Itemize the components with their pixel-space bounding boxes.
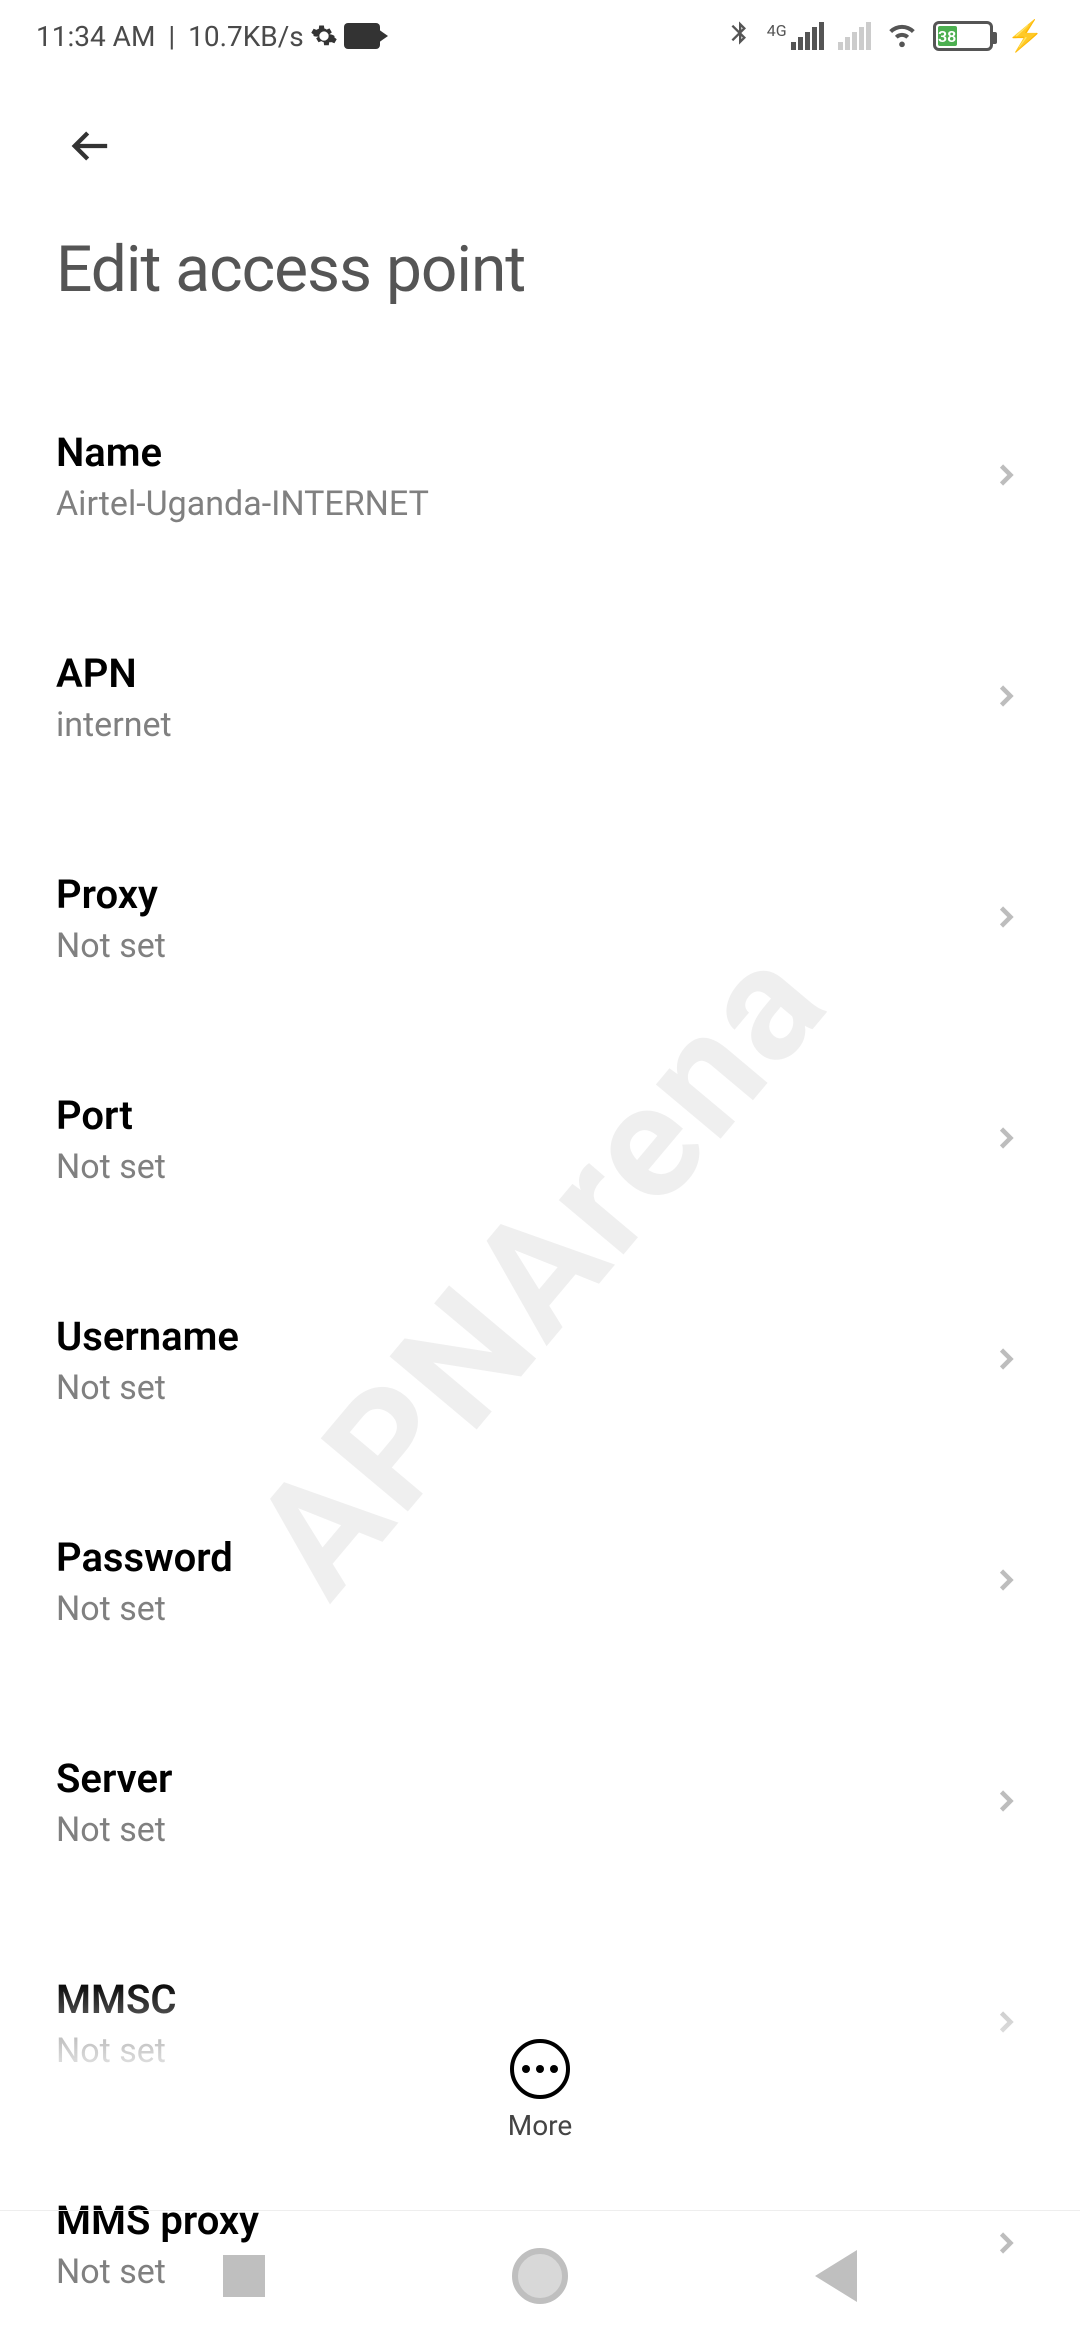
home-button[interactable]	[512, 2248, 568, 2304]
status-right: 4G 38 ⚡	[725, 16, 1044, 57]
recent-apps-button[interactable]	[223, 2255, 265, 2297]
chevron-right-icon	[988, 457, 1024, 497]
status-time: 11:34 AM	[36, 20, 155, 53]
setting-row-password[interactable]: Password Not set	[0, 1502, 1080, 1661]
status-speed: 10.7KB/s	[188, 20, 304, 53]
row-value: Not set	[56, 1147, 166, 1187]
camera-icon	[344, 23, 380, 49]
chevron-right-icon	[988, 2004, 1024, 2044]
chevron-right-icon	[988, 1562, 1024, 1602]
back-nav-button[interactable]	[815, 2250, 857, 2302]
battery-percent: 38	[938, 26, 957, 46]
more-icon	[510, 2039, 570, 2099]
row-value: Not set	[56, 1589, 233, 1629]
wifi-icon	[885, 16, 919, 57]
settings-list: Name Airtel-Uganda-INTERNET APN internet…	[0, 327, 1080, 2324]
signal-icon-sim2	[838, 22, 871, 50]
chevron-right-icon	[988, 1341, 1024, 1381]
bluetooth-icon	[725, 17, 753, 56]
header: Edit access point	[0, 72, 1080, 327]
row-label: Proxy	[56, 871, 166, 918]
system-nav-bar	[0, 2210, 1080, 2340]
page-title: Edit access point	[56, 232, 1024, 307]
status-bar: 11:34 AM | 10.7KB/s 4G 38 ⚡	[0, 0, 1080, 72]
row-value: Not set	[56, 1810, 172, 1850]
gear-icon	[310, 22, 338, 50]
more-button[interactable]: More	[0, 2039, 1080, 2142]
setting-row-apn[interactable]: APN internet	[0, 618, 1080, 777]
setting-row-username[interactable]: Username Not set	[0, 1281, 1080, 1440]
setting-row-name[interactable]: Name Airtel-Uganda-INTERNET	[0, 397, 1080, 556]
more-label: More	[508, 2109, 573, 2142]
row-value: Airtel-Uganda-INTERNET	[56, 484, 429, 524]
row-label: Port	[56, 1092, 166, 1139]
row-label: APN	[56, 650, 172, 697]
chevron-right-icon	[988, 1120, 1024, 1160]
network-4g: 4G	[767, 22, 824, 50]
setting-row-server[interactable]: Server Not set	[0, 1723, 1080, 1882]
row-label: MMSC	[56, 1976, 177, 2023]
battery-icon: 38	[933, 21, 993, 51]
row-value: Not set	[56, 926, 166, 966]
row-label: Username	[56, 1313, 239, 1360]
chevron-right-icon	[988, 678, 1024, 718]
setting-row-proxy[interactable]: Proxy Not set	[0, 839, 1080, 998]
charging-icon: ⚡	[1007, 19, 1044, 54]
row-label: Password	[56, 1534, 233, 1581]
chevron-right-icon	[988, 1783, 1024, 1823]
back-button[interactable]	[56, 120, 128, 176]
row-value: internet	[56, 705, 172, 745]
chevron-right-icon	[988, 899, 1024, 939]
row-value: Not set	[56, 1368, 239, 1408]
row-label: Server	[56, 1755, 172, 1802]
setting-row-port[interactable]: Port Not set	[0, 1060, 1080, 1219]
row-label: Name	[56, 429, 429, 476]
status-left: 11:34 AM | 10.7KB/s	[36, 20, 380, 53]
